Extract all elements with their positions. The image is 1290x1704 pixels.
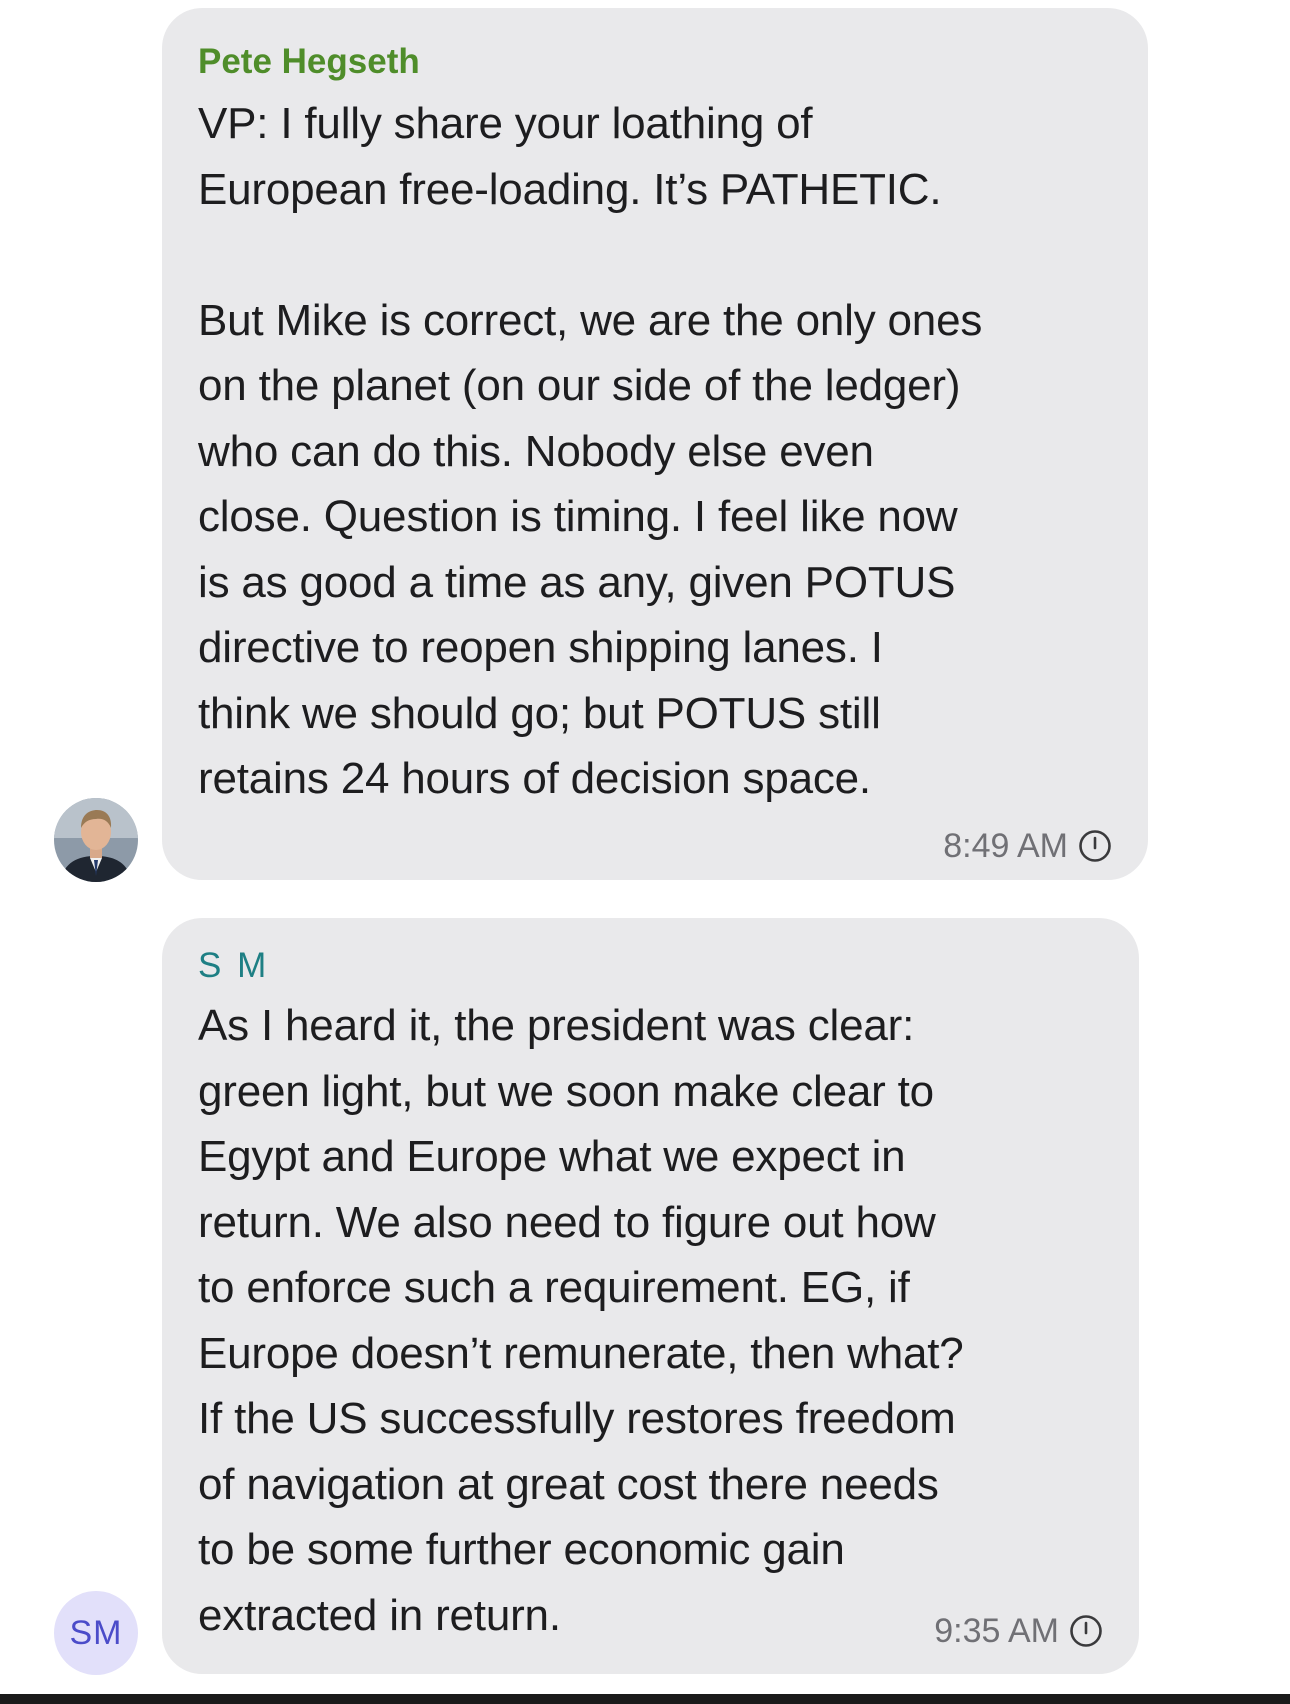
bottom-divider [0, 1694, 1290, 1704]
avatar-photo-icon [54, 798, 138, 882]
avatar-sm[interactable]: SM [54, 1591, 138, 1675]
message-meta: 9:35 AM [934, 1611, 1103, 1651]
message-sender-name: S M [198, 946, 270, 985]
clock-pending-icon [1070, 1615, 1102, 1647]
message-timestamp: 8:49 AM [943, 827, 1068, 865]
message-timestamp: 9:35 AM [934, 1612, 1059, 1650]
message-text: As I heard it, the president was clear: … [198, 1001, 964, 1640]
message-bubble-pete-hegseth[interactable]: Pete Hegseth VP: I fully share your loat… [162, 8, 1148, 880]
avatar-pete-hegseth[interactable] [54, 798, 138, 882]
avatar-initials: SM [69, 1613, 123, 1652]
clock-pending-icon [1079, 830, 1111, 862]
message-text: VP: I fully share your loathing of Europ… [198, 99, 983, 803]
message-sender-name: Pete Hegseth [198, 42, 420, 81]
message-meta: 8:49 AM [943, 826, 1112, 866]
message-bubble-sm[interactable]: S M As I heard it, the president was cle… [162, 918, 1139, 1674]
